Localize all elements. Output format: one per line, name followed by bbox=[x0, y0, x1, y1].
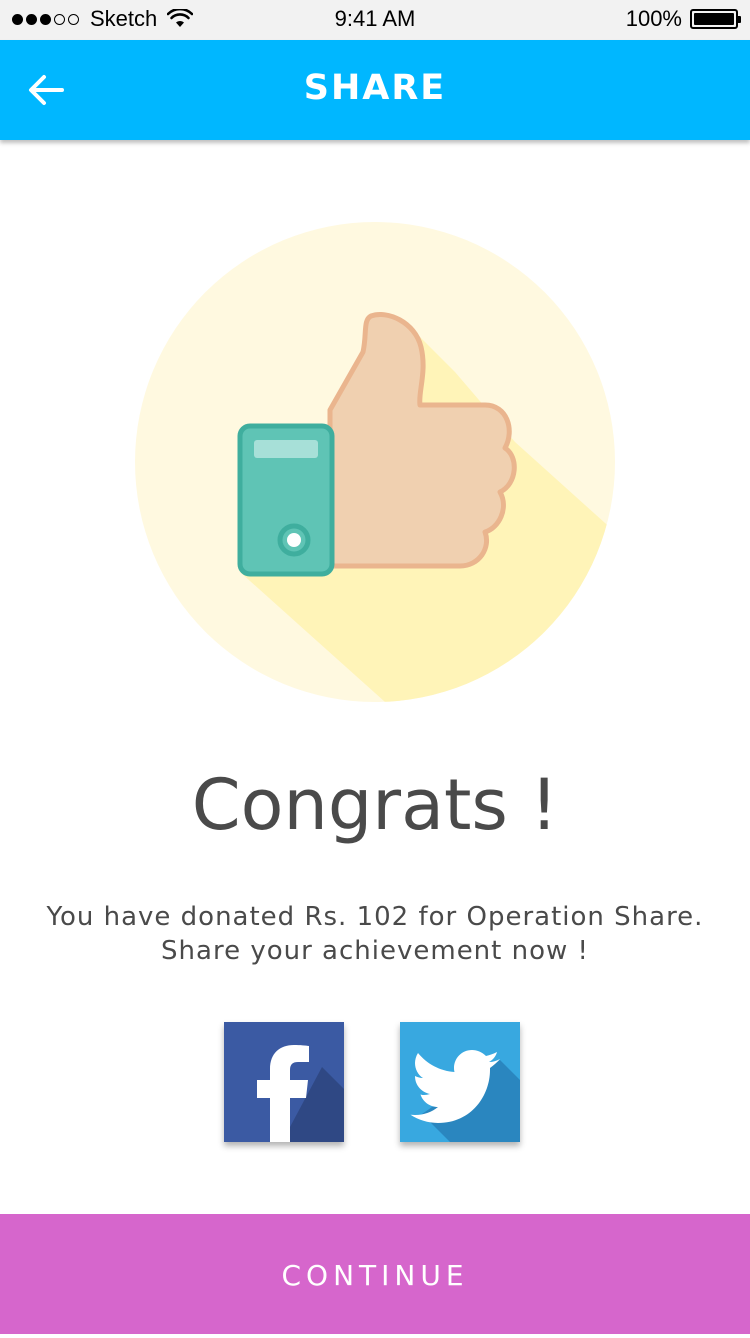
twitter-icon bbox=[400, 1022, 520, 1142]
share-twitter-button[interactable] bbox=[400, 1022, 520, 1142]
message-line: You have donated Rs. 102 for Operation S… bbox=[46, 902, 704, 932]
congrats-heading: Congrats ! bbox=[191, 764, 559, 846]
thumbs-up-icon bbox=[135, 222, 615, 702]
facebook-icon bbox=[224, 1022, 344, 1142]
message-line: Share your achievement now ! bbox=[161, 936, 589, 966]
donation-message: You have donated Rs. 102 for Operation S… bbox=[0, 900, 750, 968]
status-right: 100% bbox=[625, 6, 741, 32]
page-title: SHARE bbox=[303, 68, 447, 108]
continue-button[interactable]: CONTINUE bbox=[0, 1214, 750, 1334]
header-bar: SHARE bbox=[0, 40, 750, 140]
status-bar: Sketch 9:41 AM 100% bbox=[0, 0, 750, 40]
battery-percent: 100% bbox=[625, 6, 682, 31]
hero-illustration bbox=[135, 222, 615, 702]
battery-icon bbox=[690, 9, 741, 29]
share-facebook-button[interactable] bbox=[224, 1022, 344, 1142]
